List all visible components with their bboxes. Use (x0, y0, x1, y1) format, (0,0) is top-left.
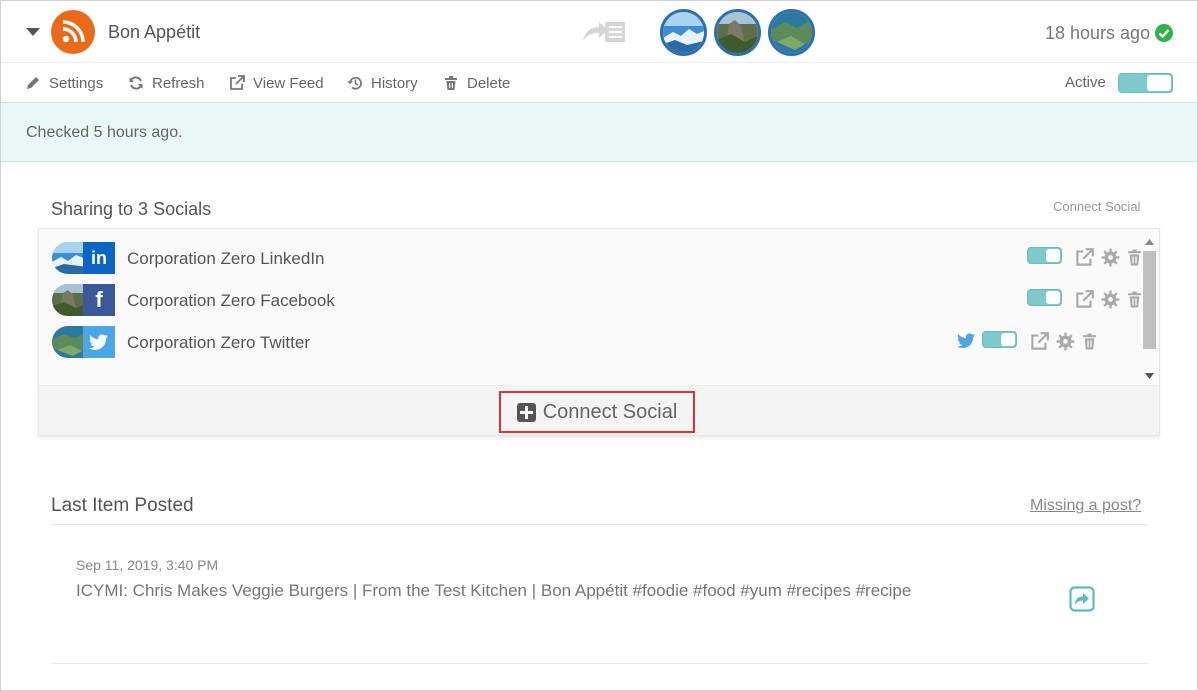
gear-icon[interactable] (1101, 290, 1120, 309)
external-link-icon[interactable] (1030, 332, 1049, 351)
twitter-icon (957, 333, 976, 349)
status-bar: Checked 5 hours ago. (1, 103, 1197, 162)
linkedin-account-thumb: in (52, 242, 115, 274)
repost-icon[interactable] (1069, 586, 1095, 617)
gear-icon[interactable] (1101, 248, 1120, 267)
external-link-icon[interactable] (1075, 290, 1094, 309)
social-name: Corporation Zero LinkedIn (127, 249, 325, 268)
social-toggle[interactable] (982, 331, 1017, 348)
missing-post-link[interactable]: Missing a post? (1030, 497, 1141, 515)
plus-icon (516, 402, 536, 422)
avatar-facebook[interactable] (714, 9, 761, 56)
settings-button[interactable]: Settings (25, 73, 103, 93)
facebook-icon: f (83, 284, 115, 316)
rss-icon (51, 10, 95, 54)
refresh-icon (129, 76, 143, 90)
last-updated-time: 18 hours ago (1045, 23, 1151, 43)
scroll-up-icon[interactable] (1145, 239, 1154, 245)
divider (51, 524, 1148, 525)
last-item-title: Last Item Posted (51, 495, 194, 516)
settings-label: Settings (49, 74, 104, 92)
twitter-icon (83, 326, 115, 358)
social-name: Corporation Zero Twitter (127, 333, 310, 352)
socials-panel: in Corporation Zero LinkedIn f Corporati… (38, 228, 1160, 436)
checked-status: Checked 5 hours ago. (26, 124, 183, 141)
social-row: Corporation Zero Twitter (52, 326, 1142, 360)
refresh-label: Refresh (152, 74, 205, 92)
feed-title: Bon Appétit (108, 22, 201, 42)
history-label: History (371, 74, 418, 92)
external-link-icon (230, 75, 245, 90)
active-toggle[interactable] (1118, 73, 1173, 93)
share-to-list-icon (581, 19, 627, 50)
refresh-button[interactable]: Refresh (128, 73, 205, 93)
delete-button[interactable]: Delete (443, 73, 510, 93)
history-button[interactable]: History (347, 73, 418, 93)
connect-social-label: Connect Social (542, 400, 678, 423)
row-actions (982, 246, 1142, 272)
check-circle-icon (1155, 24, 1173, 42)
sharing-title: Sharing to 3 Socials (51, 199, 212, 219)
history-icon (347, 76, 362, 90)
chevron-down-icon[interactable] (26, 28, 40, 36)
social-toggle[interactable] (1027, 289, 1062, 306)
socials-panel-footer: Connect Social (39, 385, 1159, 435)
connect-social-link[interactable]: Connect Social (1053, 199, 1140, 214)
row-actions (957, 330, 1142, 356)
feed-toolbar: Settings Refresh View Feed History Delet… (1, 63, 1197, 103)
social-name: Corporation Zero Facebook (127, 291, 335, 310)
gear-icon[interactable] (1056, 332, 1075, 351)
social-row: f Corporation Zero Facebook (52, 284, 1142, 318)
trash-icon[interactable] (1081, 332, 1098, 351)
view-feed-button[interactable]: View Feed (229, 73, 324, 93)
post-date: Sep 11, 2019, 3:40 PM (76, 557, 219, 573)
trash-icon (445, 76, 457, 90)
delete-label: Delete (467, 74, 511, 92)
row-actions (982, 288, 1142, 314)
active-label: Active (1065, 74, 1106, 91)
scroll-thumb[interactable] (1143, 251, 1156, 349)
pencil-icon (27, 77, 39, 89)
avatar-twitter[interactable] (768, 9, 815, 56)
view-feed-label: View Feed (253, 74, 324, 92)
feed-header: Bon Appétit 18 hours ago (1, 1, 1197, 63)
social-row: in Corporation Zero LinkedIn (52, 242, 1142, 276)
post-text: ICYMI: Chris Makes Veggie Burgers | From… (76, 581, 912, 600)
facebook-account-thumb: f (52, 284, 115, 316)
connect-social-button[interactable]: Connect Social (499, 391, 695, 433)
external-link-icon[interactable] (1075, 248, 1094, 267)
twitter-account-thumb (52, 326, 115, 358)
avatar-linkedin[interactable] (660, 9, 707, 56)
divider (51, 663, 1148, 664)
socials-scrollbar[interactable] (1141, 233, 1158, 385)
scroll-down-icon[interactable] (1145, 373, 1154, 379)
social-toggle[interactable] (1027, 247, 1062, 264)
linkedin-icon: in (83, 242, 115, 274)
